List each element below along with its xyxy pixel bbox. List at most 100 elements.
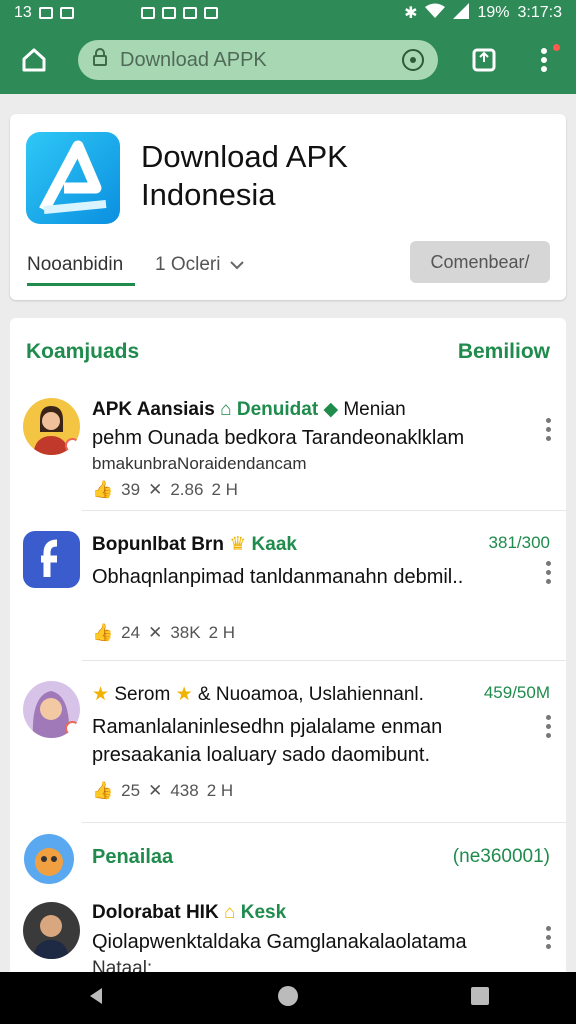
- post-time: 2 H: [208, 623, 236, 642]
- notification-icon: [161, 7, 176, 19]
- clock: 3:17:3: [517, 4, 562, 21]
- verified-badge-icon: [65, 438, 80, 453]
- action-button[interactable]: Comenbear/: [410, 241, 550, 283]
- battery-percent: 19%: [477, 4, 510, 21]
- app-header-card: Download APK Indonesia Nooanbidin 1 Ocle…: [10, 114, 566, 300]
- notification-icon: [140, 7, 155, 19]
- post-body: Ramanlalaninlesedhn pjalalame enman pres…: [92, 716, 443, 766]
- app-title-line: Download APK: [141, 139, 348, 174]
- tab-filter-label: 1 Ocleri: [155, 254, 221, 275]
- system-nav-bar: [0, 972, 576, 1024]
- bluetooth-icon: ✱: [404, 5, 418, 22]
- author-tag: & Nuoamoa, Uslahiennanl.: [197, 684, 424, 705]
- overflow-menu-icon[interactable]: [524, 40, 564, 80]
- author-tag: Denuidat: [236, 399, 319, 420]
- post-body: pehm Ounada bedkora Tarandeonaklklam: [92, 427, 465, 449]
- signal-icon: [453, 2, 470, 24]
- post-body: Qiolapwenktaldaka Gamglanakalaolatama: [92, 931, 467, 953]
- avatar: [24, 834, 74, 884]
- post-meta: 👍 25 ✕ 438 2 H: [92, 781, 233, 801]
- share-icon[interactable]: ✕: [148, 781, 162, 801]
- list-item[interactable]: Dolorabat HIK ⌂ Kesk Qiolapwenktaldaka G…: [10, 892, 566, 978]
- section-count: (ne360001): [452, 846, 550, 867]
- home-icon[interactable]: [14, 40, 54, 80]
- like-count: 25: [121, 781, 141, 800]
- post-body: Obhaqnlanpimad tanldanmanahn debmil..: [92, 566, 464, 588]
- app-title: Download APK Indonesia: [141, 138, 348, 214]
- post-meta: 👍 39 ✕ 2.86 2 H: [92, 480, 238, 500]
- post-time: 2 H: [206, 781, 234, 800]
- post-subtext: bmakunbraNoraidendancam: [92, 454, 307, 473]
- list-item[interactable]: Bopunlbat Brn ♛ Kaak 381/300 Obhaqnlanpi…: [10, 511, 566, 659]
- status-time: 13: [14, 4, 32, 21]
- avatar[interactable]: [23, 531, 80, 588]
- star-icon: ★: [175, 684, 193, 705]
- mail-icon: [59, 7, 74, 19]
- back-icon[interactable]: [86, 986, 106, 1011]
- house-icon: ⌂: [220, 399, 232, 420]
- lock-icon: [92, 47, 108, 73]
- post-time: 2 H: [211, 480, 238, 499]
- author-extra: Menian: [343, 399, 406, 420]
- thumbs-up-icon[interactable]: 👍: [92, 480, 113, 500]
- author-name: Bopunlbat Brn: [92, 534, 224, 555]
- avatar[interactable]: [23, 398, 80, 455]
- feed-tab-left[interactable]: Koamjuads: [26, 340, 139, 364]
- share-count: 2.86: [170, 480, 204, 499]
- post-author: ★ Serom ★ & Nuoamoa, Uslahiennanl.: [92, 683, 424, 706]
- notification-icon: [203, 7, 218, 19]
- notification-icon: [38, 7, 53, 19]
- site-info-icon[interactable]: [402, 49, 424, 71]
- feed-card: Koamjuads Bemiliow APK Aansiais ⌂ Denuid…: [10, 318, 566, 978]
- verified-badge-icon: [65, 721, 80, 736]
- share-icon[interactable]: ✕: [148, 623, 162, 643]
- wifi-icon: [425, 3, 446, 24]
- avatar[interactable]: [23, 681, 80, 738]
- author-tag: Kesk: [240, 902, 287, 923]
- browser-toolbar: Download APPK: [0, 26, 576, 94]
- feed-tab-right[interactable]: Bemiliow: [458, 340, 550, 364]
- update-dot-icon: [553, 44, 560, 51]
- url-bar[interactable]: Download APPK: [78, 40, 438, 80]
- home-button-icon[interactable]: [277, 985, 299, 1012]
- app-logo-icon: [26, 132, 120, 224]
- avatar[interactable]: [23, 902, 80, 959]
- more-options-icon[interactable]: [544, 418, 552, 441]
- diamond-icon: ◆: [323, 399, 339, 420]
- post-author: Dolorabat HIK ⌂ Kesk: [92, 902, 286, 924]
- post-author: APK Aansiais ⌂ Denuidat ◆ Menian: [92, 398, 406, 421]
- author-tag: Kaak: [251, 534, 297, 555]
- section-title: Penailaa: [92, 846, 174, 868]
- recents-icon[interactable]: [470, 986, 490, 1011]
- more-options-icon[interactable]: [544, 561, 552, 584]
- tabs-icon[interactable]: [464, 40, 504, 80]
- more-options-icon[interactable]: [544, 926, 552, 949]
- divider: [82, 822, 566, 823]
- crown-icon: ♛: [229, 534, 247, 555]
- section-header[interactable]: Penailaa (ne360001): [10, 828, 566, 888]
- share-count: 38K: [170, 623, 201, 642]
- post-count: 459/50M: [483, 683, 550, 702]
- notification-icon: [182, 7, 197, 19]
- app-title-line: Indonesia: [141, 177, 276, 212]
- thumbs-up-icon[interactable]: 👍: [92, 623, 113, 643]
- house-icon: ⌂: [223, 902, 236, 923]
- list-item[interactable]: APK Aansiais ⌂ Denuidat ◆ Menian pehm Ou…: [10, 384, 566, 510]
- star-icon: ★: [92, 684, 110, 705]
- thumbs-up-icon[interactable]: 👍: [92, 781, 113, 801]
- share-icon[interactable]: ✕: [148, 480, 162, 500]
- tab-active[interactable]: Nooanbidin: [27, 254, 123, 276]
- tab-filter[interactable]: 1 Ocleri: [155, 254, 245, 276]
- post-meta: 👍 24 ✕ 38K 2 H: [92, 623, 235, 643]
- like-count: 24: [121, 623, 141, 642]
- author-name: Dolorabat HIK: [92, 902, 219, 923]
- share-count: 438: [170, 781, 199, 800]
- more-options-icon[interactable]: [544, 715, 552, 738]
- tab-indicator: [27, 283, 135, 286]
- url-text: Download APPK: [120, 48, 267, 71]
- like-count: 39: [121, 480, 141, 499]
- post-author: Bopunlbat Brn ♛ Kaak: [92, 533, 297, 556]
- chevron-down-icon: [230, 254, 245, 276]
- list-item[interactable]: ★ Serom ★ & Nuoamoa, Uslahiennanl. 459/5…: [10, 661, 566, 821]
- post-count: 381/300: [488, 533, 550, 552]
